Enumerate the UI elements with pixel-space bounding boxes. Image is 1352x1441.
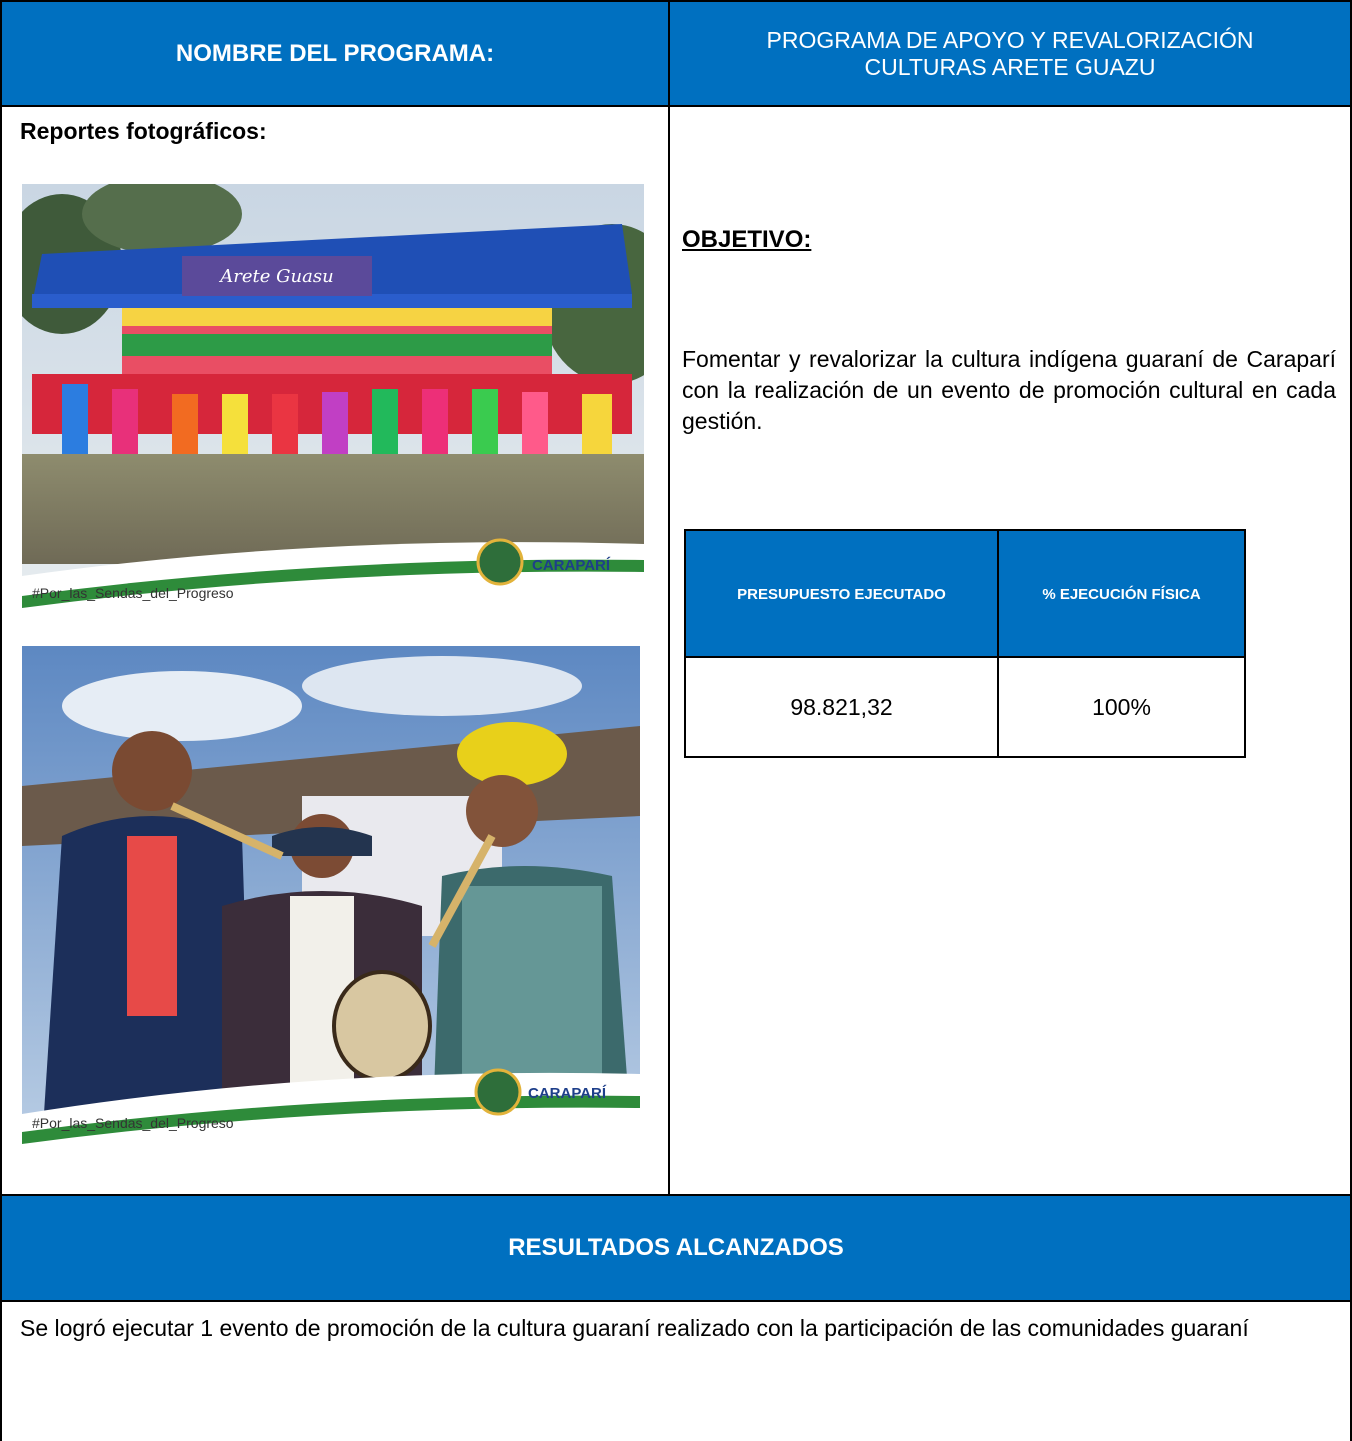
results-heading: RESULTADOS ALCANZADOS [508,1234,844,1261]
program-label: NOMBRE DEL PROGRAMA: [175,39,495,67]
program-report-sheet: NOMBRE DEL PROGRAMA: PROGRAMA DE APOYO Y… [0,0,1352,1441]
table-border [0,0,2,1441]
stage-photo-illustration: Arete Guasu CARAPARÍ #Por_las_Sendas_del… [22,184,644,612]
logo-text-1: CARAPARÍ [532,557,611,574]
table-divider [686,656,1244,658]
table-border [668,0,670,1196]
photo-report-title: Reportes fotográficos: [20,118,267,144]
program-name: PROGRAMA DE APOYO Y REVALORIZACIÓN CULTU… [766,26,1254,80]
logo-text-2: CARAPARÍ [528,1085,607,1102]
hashtag-1: #Por_las_Sendas_del_Progreso [32,585,234,601]
objective-heading: OBJETIVO: [682,226,812,253]
budget-value-executed: 98.821,32 [790,693,893,720]
table-border [0,1300,1352,1302]
table-border [0,0,1352,2]
results-text: Se logró ejecutar 1 evento de promoción … [20,1315,1249,1341]
table-border [0,105,1352,107]
budget-value-physical: 100% [1092,693,1151,720]
musicians-photo: CARAPARÍ #Por_las_Sendas_del_Progreso [22,646,640,1144]
budget-table: PRESUPUESTO EJECUTADO % EJECUCIÓN FÍSICA… [684,529,1246,758]
banner-text: Arete Guasu [218,266,333,287]
program-name-cell: PROGRAMA DE APOYO Y REVALORIZACIÓN CULTU… [670,2,1350,105]
hashtag-2: #Por_las_Sendas_del_Progreso [32,1115,234,1131]
objective-text: Fomentar y revalorizar la cultura indíge… [682,346,1336,434]
budget-header-executed: PRESUPUESTO EJECUTADO [686,531,997,657]
stage-event-photo: Arete Guasu CARAPARÍ #Por_las_Sendas_del… [22,184,644,612]
table-divider [997,531,999,756]
table-border [0,1194,1352,1196]
musicians-photo-illustration: CARAPARÍ #Por_las_Sendas_del_Progreso [22,646,640,1144]
program-label-cell: NOMBRE DEL PROGRAMA: [2,2,668,105]
budget-header-physical: % EJECUCIÓN FÍSICA [999,531,1244,657]
results-heading-cell: RESULTADOS ALCANZADOS [2,1196,1350,1300]
